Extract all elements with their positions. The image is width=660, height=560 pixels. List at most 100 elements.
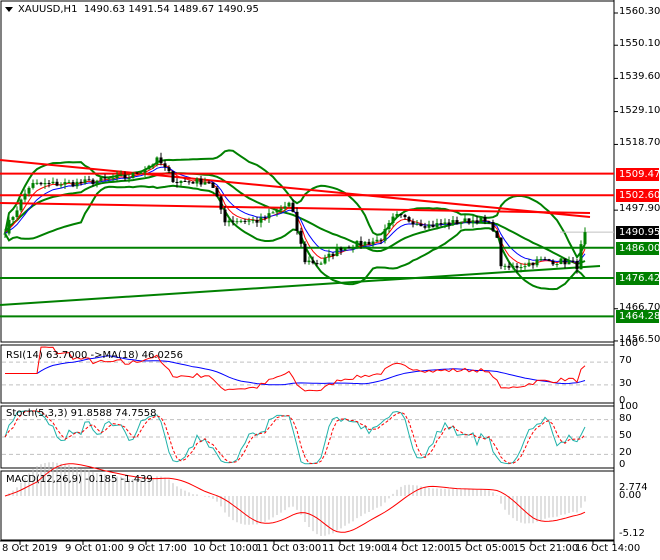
candle-body xyxy=(567,260,571,265)
candle-body xyxy=(11,217,15,220)
candle-body xyxy=(247,220,251,222)
candle-body xyxy=(559,258,563,264)
candle-body xyxy=(191,181,195,184)
candle-body xyxy=(103,177,107,179)
rsi-axis-label: 30 xyxy=(619,377,632,389)
candle-body xyxy=(243,220,247,222)
price-level-tag: 1476.42 xyxy=(616,272,660,286)
candle-body xyxy=(67,182,71,184)
candle-body xyxy=(55,181,59,186)
candle-body xyxy=(543,259,547,261)
price-axis-label: 1529.10 xyxy=(619,104,660,116)
candle-body xyxy=(487,221,491,223)
candle-body xyxy=(491,222,495,231)
time-axis-label: 11 Oct 19:00 xyxy=(322,543,388,554)
time-axis-label: 16 Oct 14:00 xyxy=(575,543,641,554)
candle-body xyxy=(403,214,407,218)
candle-body xyxy=(463,218,467,223)
candle-body xyxy=(419,223,423,227)
candle-body xyxy=(387,222,391,230)
candle-body xyxy=(231,220,235,222)
candle-body xyxy=(459,222,463,225)
candle-body xyxy=(327,253,331,258)
stoch-axis-label: 50 xyxy=(619,430,632,441)
candle-body xyxy=(583,232,587,245)
time-axis-label: 14 Oct 12:00 xyxy=(385,543,451,554)
price-axis-label: 1560.30 xyxy=(619,6,660,17)
bollinger-middle xyxy=(4,171,586,265)
candle-body xyxy=(91,179,95,184)
candle-body xyxy=(347,247,351,249)
candle-body xyxy=(271,212,275,214)
candle-body xyxy=(87,179,91,181)
rsi-axis-label: 100 xyxy=(619,338,639,349)
candle-body xyxy=(331,253,335,256)
stoch-axis-label: 80 xyxy=(619,412,632,424)
candle-body xyxy=(523,266,527,268)
price-level-tag: 1509.47 xyxy=(616,167,660,181)
stoch-axis-label: 20 xyxy=(619,447,632,459)
candle-body xyxy=(479,217,483,224)
time-axis-label: 10 Oct 10:00 xyxy=(193,543,259,554)
candle-body xyxy=(547,259,551,261)
chart-title: XAUUSD,H1 1490.63 1491.54 1489.67 1490.9… xyxy=(18,4,259,15)
candle-body xyxy=(427,224,431,228)
time-axis-label: 9 Oct 17:00 xyxy=(128,543,187,554)
candle-body xyxy=(431,224,435,228)
candle-body xyxy=(371,241,375,245)
candle-body xyxy=(383,229,387,241)
candle-body xyxy=(315,263,319,265)
chart-window[interactable]: XAUUSD,H1 1490.63 1491.54 1489.67 1490.9… xyxy=(0,0,660,560)
candle-body xyxy=(167,167,171,172)
candle-body xyxy=(531,262,535,266)
candle-body xyxy=(423,226,427,228)
candle-body xyxy=(339,247,343,251)
candle-body xyxy=(223,209,227,223)
time-axis-label: 9 Oct 01:00 xyxy=(65,543,124,554)
candle-body xyxy=(15,210,19,218)
candle-body xyxy=(203,182,207,185)
candle-body xyxy=(319,263,323,265)
candle-body xyxy=(575,261,579,270)
candle-body xyxy=(323,257,327,264)
candle-body xyxy=(175,181,179,183)
candle-body xyxy=(363,241,367,246)
dropdown-triangle-icon[interactable] xyxy=(5,7,13,12)
time-axis-label: 11 Oct 03:00 xyxy=(256,543,322,554)
candle-body xyxy=(303,243,307,263)
candle-body xyxy=(139,172,143,174)
candle-body xyxy=(147,165,151,170)
candle-body xyxy=(215,187,219,197)
candle-body xyxy=(151,164,155,166)
candle-body xyxy=(579,244,583,270)
candle-body xyxy=(199,178,203,185)
candle-body xyxy=(155,157,159,165)
candle-body xyxy=(7,219,11,234)
candle-body xyxy=(111,178,115,180)
candle-body xyxy=(183,180,187,182)
candle-body xyxy=(443,222,447,225)
candle-body xyxy=(291,202,295,212)
candle-body xyxy=(211,182,215,188)
candle-body xyxy=(227,220,231,223)
candle-body xyxy=(127,177,131,179)
candle-body xyxy=(135,172,139,174)
candle-body xyxy=(475,220,479,224)
candle-body xyxy=(467,218,471,224)
stoch-axis-label: 100 xyxy=(619,401,639,412)
candle-body xyxy=(571,260,575,262)
price-level-tag: 1502.60 xyxy=(616,189,660,203)
candle-body xyxy=(299,230,303,244)
candle-body xyxy=(399,214,403,216)
macd-axis-label: -5.12 xyxy=(619,528,645,539)
candle-body xyxy=(43,183,47,185)
candle-body xyxy=(499,237,503,267)
candle-body xyxy=(143,169,147,173)
candle-body xyxy=(123,174,127,179)
candle-body xyxy=(207,182,211,184)
candle-body xyxy=(63,182,67,185)
candle-body xyxy=(251,219,255,221)
candle-body xyxy=(527,262,531,267)
candle-body xyxy=(563,258,567,265)
stoch-axis-label: 0 xyxy=(619,459,626,470)
